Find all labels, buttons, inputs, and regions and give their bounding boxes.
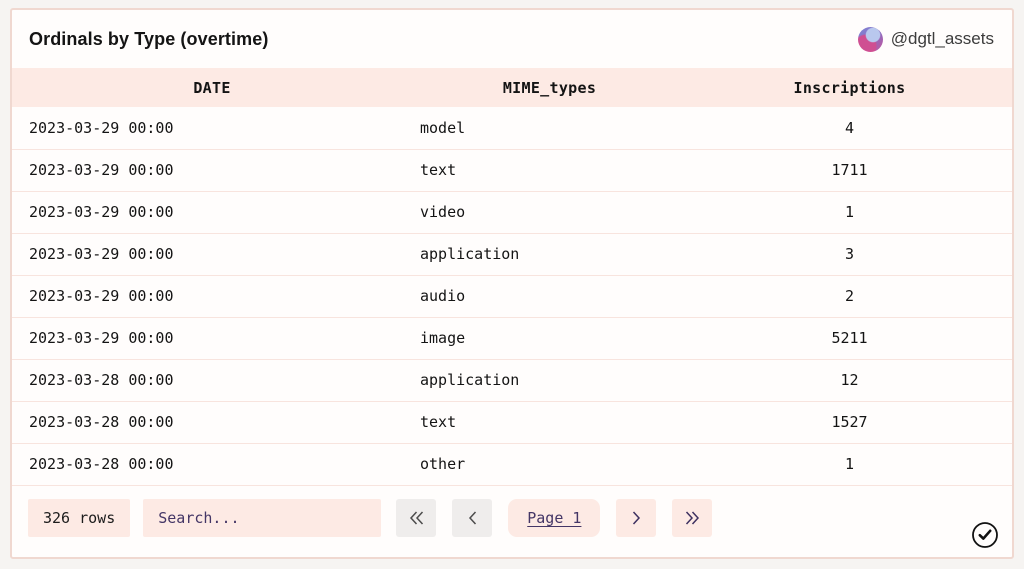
- cell-inscriptions: 12: [687, 359, 1012, 402]
- cell-inscriptions: 1527: [687, 401, 1012, 444]
- previous-page-button[interactable]: [452, 499, 493, 538]
- cell-mime: text: [412, 149, 687, 192]
- cell-date: 2023-03-29 00:00: [12, 317, 412, 360]
- cell-mime: text: [412, 401, 687, 444]
- first-page-button[interactable]: [396, 499, 437, 538]
- table-footer: 326 rows Page 1: [12, 486, 1012, 558]
- cell-date: 2023-03-29 00:00: [12, 275, 412, 318]
- cell-mime: model: [412, 107, 687, 150]
- table-row: 2023-03-29 00:00 video 1: [12, 191, 1012, 234]
- cell-mime: application: [412, 359, 687, 402]
- check-circle-icon: [971, 521, 999, 549]
- table-row: 2023-03-28 00:00 text 1527: [12, 401, 1012, 444]
- cell-inscriptions: 3: [687, 233, 1012, 276]
- cell-date: 2023-03-29 00:00: [12, 191, 412, 234]
- cell-mime: image: [412, 317, 687, 360]
- card-header: Ordinals by Type (overtime) @dgtl_assets: [12, 10, 1012, 68]
- page-title: Ordinals by Type (overtime): [29, 28, 269, 49]
- page-indicator[interactable]: Page 1: [508, 499, 601, 538]
- row-count-badge: 326 rows: [28, 499, 131, 538]
- cell-mime: application: [412, 233, 687, 276]
- pagination: Page 1: [396, 499, 713, 538]
- last-page-button[interactable]: [672, 499, 713, 538]
- table-row: 2023-03-28 00:00 other 1: [12, 443, 1012, 486]
- avatar: [857, 26, 883, 52]
- cell-mime: other: [412, 443, 687, 486]
- cell-inscriptions: 1: [687, 443, 1012, 486]
- cell-inscriptions: 4: [687, 107, 1012, 150]
- cell-date: 2023-03-28 00:00: [12, 359, 412, 402]
- column-header-inscriptions: Inscriptions: [687, 68, 1012, 107]
- cell-date: 2023-03-28 00:00: [12, 443, 412, 486]
- double-chevron-left-icon: [408, 510, 425, 526]
- table-row: 2023-03-29 00:00 audio 2: [12, 275, 1012, 318]
- results-table: DATE MIME_types Inscriptions 2023-03-29 …: [12, 68, 1012, 486]
- cell-date: 2023-03-29 00:00: [12, 107, 412, 150]
- author-handle[interactable]: @dgtl_assets: [891, 29, 994, 49]
- author-profile[interactable]: @dgtl_assets: [857, 26, 994, 52]
- cell-date: 2023-03-29 00:00: [12, 233, 412, 276]
- table-row: 2023-03-28 00:00 application 12: [12, 359, 1012, 402]
- cell-inscriptions: 1711: [687, 149, 1012, 192]
- double-chevron-right-icon: [684, 510, 701, 526]
- table-row: 2023-03-29 00:00 model 4: [12, 107, 1012, 150]
- table-row: 2023-03-29 00:00 image 5211: [12, 317, 1012, 360]
- cell-inscriptions: 5211: [687, 317, 1012, 360]
- table-row: 2023-03-29 00:00 text 1711: [12, 149, 1012, 192]
- cell-date: 2023-03-28 00:00: [12, 401, 412, 444]
- cell-inscriptions: 2: [687, 275, 1012, 318]
- column-header-date: DATE: [12, 68, 412, 107]
- cell-mime: audio: [412, 275, 687, 318]
- chevron-left-icon: [467, 510, 478, 526]
- next-page-button[interactable]: [616, 499, 657, 538]
- table-row: 2023-03-29 00:00 application 3: [12, 233, 1012, 276]
- cell-mime: video: [412, 191, 687, 234]
- done-check-button[interactable]: [971, 521, 999, 549]
- query-result-card: Ordinals by Type (overtime) @dgtl_assets…: [10, 8, 1014, 559]
- cell-date: 2023-03-29 00:00: [12, 149, 412, 192]
- search-input[interactable]: [143, 499, 382, 538]
- cell-inscriptions: 1: [687, 191, 1012, 234]
- table-header: DATE MIME_types Inscriptions: [12, 68, 1012, 107]
- column-header-mime-types: MIME_types: [412, 68, 687, 107]
- chevron-right-icon: [631, 510, 642, 526]
